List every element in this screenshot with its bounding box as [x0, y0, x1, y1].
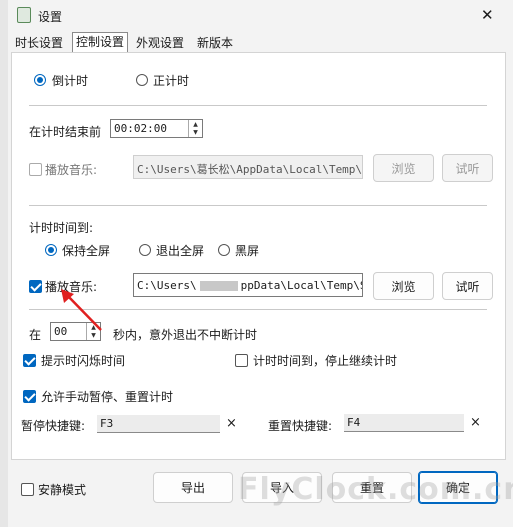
background-strip [0, 0, 8, 527]
flash-label: 提示时闪烁时间 [41, 354, 126, 368]
countup-radio[interactable] [136, 74, 148, 86]
reset-hotkey-clear-icon[interactable]: × [470, 415, 481, 430]
title-bar [8, 0, 513, 30]
music-end-browse-button[interactable]: 浏览 [373, 272, 434, 300]
window-title: 设置 [38, 10, 63, 24]
music-end-checkbox[interactable] [29, 280, 42, 293]
before-end-time-value: 00:02:00 [114, 122, 167, 135]
countdown-radio[interactable] [34, 74, 46, 86]
music-end-path-field[interactable]: C:\Users\ ppData\Local\Temp\St [133, 273, 363, 297]
on-end-label: 计时时间到: [29, 221, 94, 235]
pause-hotkey-label: 暂停快捷键: [21, 419, 86, 433]
music-before-checkbox[interactable] [29, 163, 42, 176]
music-before-path-field[interactable]: C:\Users\葛长松\AppData\Local\Temp\ti [133, 155, 363, 179]
reset-hotkey-field[interactable]: F4 [344, 414, 464, 432]
stop-on-end-label: 计时时间到，停止继续计时 [253, 354, 398, 368]
manual-control-label: 允许手动暂停、重置计时 [41, 390, 174, 404]
music-before-browse-button[interactable]: 浏览 [373, 154, 434, 182]
divider [29, 205, 487, 206]
music-before-preview-button[interactable]: 试听 [442, 154, 493, 182]
stop-on-end-checkbox[interactable] [235, 354, 248, 367]
keep-fullscreen-label: 保持全屏 [62, 244, 111, 258]
manual-control-checkbox[interactable] [23, 390, 36, 403]
tab-new-version[interactable]: 新版本 [194, 34, 236, 52]
black-screen-label: 黑屏 [235, 244, 260, 258]
divider [29, 105, 487, 106]
keep-fullscreen-radio[interactable] [45, 244, 57, 256]
music-end-preview-button[interactable]: 试听 [442, 272, 493, 300]
pause-hotkey-field[interactable]: F3 [97, 415, 220, 433]
export-button[interactable]: 导出 [153, 472, 233, 503]
before-end-time-spinner[interactable]: ▲ ▼ [188, 120, 202, 137]
countup-label: 正计时 [153, 74, 190, 88]
tab-control[interactable]: 控制设置 [72, 32, 129, 53]
watermark-logo: FlyClock.com.cn [238, 472, 513, 507]
black-screen-radio[interactable] [218, 244, 230, 256]
tab-appearance[interactable]: 外观设置 [133, 34, 187, 52]
exit-fullscreen-radio[interactable] [139, 244, 151, 256]
countdown-label: 倒计时 [52, 74, 89, 88]
reset-hotkey-label: 重置快捷键: [268, 419, 333, 433]
pause-hotkey-clear-icon[interactable]: × [226, 416, 237, 431]
tab-duration[interactable]: 时长设置 [12, 34, 66, 52]
before-end-label: 在计时结束前 [29, 125, 102, 139]
inactivity-suffix: 秒内，意外退出不中断计时 [113, 328, 258, 342]
app-icon [17, 7, 31, 23]
music-before-label: 播放音乐: [45, 163, 98, 177]
exit-fullscreen-label: 退出全屏 [156, 244, 205, 258]
inactivity-prefix: 在 [29, 328, 42, 342]
quiet-mode-label: 安静模式 [38, 483, 87, 497]
red-arrow-annotation [61, 289, 102, 331]
close-icon[interactable]: ✕ [481, 6, 494, 24]
music-end-path-value: C:\Users\ [137, 279, 197, 292]
music-end-path-tail: ppData\Local\Temp\St [240, 279, 363, 292]
quiet-mode-checkbox[interactable] [21, 483, 34, 496]
redacted-region [199, 281, 238, 291]
flash-checkbox[interactable] [23, 354, 36, 367]
